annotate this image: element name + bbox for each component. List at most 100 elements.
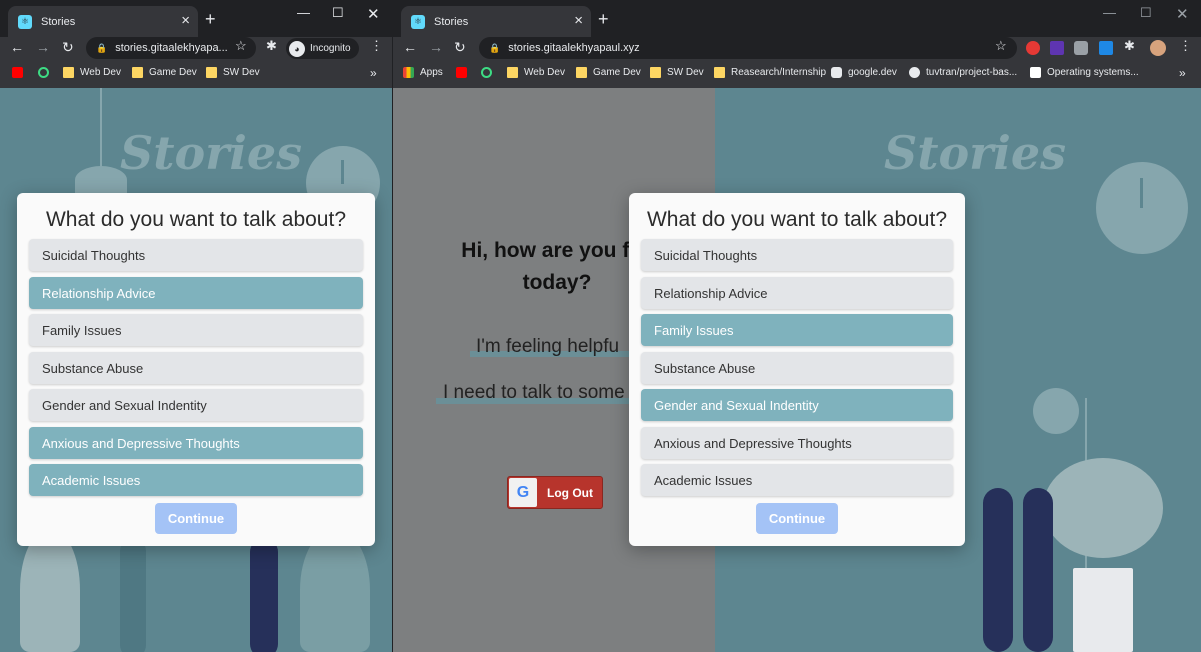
close-tab-icon[interactable]: ×: [181, 12, 190, 29]
bookmark-web-dev[interactable]: Web Dev: [507, 67, 565, 78]
incognito-badge[interactable]: ◕ Incognito: [286, 38, 359, 59]
address-bar[interactable]: 🔒 stories.gitaalekhyapaul.xyz: [479, 37, 1017, 59]
tab-title: Stories: [41, 15, 76, 28]
choice-feeling-helpful[interactable]: I'm feeling helpfu: [476, 336, 619, 358]
option-substance-abuse[interactable]: Substance Abuse: [29, 352, 363, 384]
github-icon: [909, 67, 920, 78]
bookmark-sw-dev[interactable]: SW Dev: [650, 67, 704, 78]
option-gender-identity[interactable]: Gender and Sexual Indentity: [641, 389, 953, 421]
android-bookmark-icon[interactable]: [38, 67, 55, 78]
new-tab-icon[interactable]: +: [205, 9, 216, 30]
bookmark-sw-dev[interactable]: SW Dev: [206, 67, 260, 78]
continue-button[interactable]: Continue: [756, 503, 838, 534]
hanging-lamp-cord: [100, 88, 102, 168]
option-academic-issues[interactable]: Academic Issues: [29, 464, 363, 496]
url-text: stories.gitaalekhyapa...: [115, 42, 228, 54]
bookmark-game-dev[interactable]: Game Dev: [132, 67, 197, 78]
bookmark-label: google.dev: [848, 67, 897, 78]
folder-icon: [206, 67, 217, 78]
toolbar: ← → ↻ 🔒 stories.gitaalekhyapa... ☆ ✱ ◕ I…: [0, 37, 392, 61]
extension-blue-icon[interactable]: [1099, 41, 1113, 55]
new-tab-icon[interactable]: +: [598, 9, 609, 30]
browser-tab[interactable]: ⚛ Stories ×: [401, 6, 591, 37]
folder-icon: [576, 67, 587, 78]
plant-pot-icon: [1073, 568, 1133, 652]
bookmarks-bar: Web Dev Game Dev SW Dev »: [0, 62, 392, 88]
extensions-icon[interactable]: ✱: [266, 38, 277, 54]
wall-clock-icon: [1096, 162, 1188, 254]
lock-icon: 🔒: [96, 42, 108, 53]
browser-tab[interactable]: ⚛ Stories ×: [8, 6, 198, 37]
maximize-icon[interactable]: ☐: [332, 5, 344, 21]
react-favicon-icon: ⚛: [18, 14, 32, 29]
option-relationship-advice[interactable]: Relationship Advice: [29, 277, 363, 309]
bookmark-operating-systems[interactable]: Operating systems...: [1030, 67, 1139, 78]
option-anxious-depressive[interactable]: Anxious and Depressive Thoughts: [641, 427, 953, 459]
logout-button[interactable]: G Log Out: [507, 476, 603, 509]
folder-icon: [507, 67, 518, 78]
youtube-bookmark-icon[interactable]: [456, 67, 473, 78]
plant-icon: [20, 528, 80, 652]
option-anxious-depressive[interactable]: Anxious and Depressive Thoughts: [29, 427, 363, 459]
google-dev-icon: [831, 67, 842, 78]
choice-need-to-talk[interactable]: I need to talk to some: [443, 382, 625, 404]
extensions-icon[interactable]: ✱: [1124, 38, 1135, 54]
menu-icon[interactable]: ⋮: [370, 38, 383, 54]
bookmark-star-icon[interactable]: ☆: [235, 38, 247, 54]
tab-strip: ⚛ Stories × + — ☐ ✕: [0, 0, 392, 37]
folder-icon: [714, 67, 725, 78]
bookmark-label: Operating systems...: [1047, 67, 1139, 78]
bookmark-label: Game Dev: [149, 67, 197, 78]
hanging-lamp-icon: [75, 166, 127, 194]
extension-red-icon[interactable]: [1026, 41, 1040, 55]
maximize-icon[interactable]: ☐: [1140, 5, 1152, 21]
left-browser-window: ⚛ Stories × + — ☐ ✕ ← → ↻ 🔒 stories.gita…: [0, 0, 392, 652]
minimize-icon[interactable]: —: [297, 5, 310, 20]
bookmark-apps[interactable]: Apps: [403, 67, 443, 78]
option-substance-abuse[interactable]: Substance Abuse: [641, 352, 953, 384]
bookmark-research[interactable]: Reasearch/Internship: [714, 67, 826, 78]
android-bookmark-icon[interactable]: [481, 67, 498, 78]
logout-label: Log Out: [547, 485, 593, 500]
option-academic-issues[interactable]: Academic Issues: [641, 464, 953, 496]
address-bar[interactable]: 🔒 stories.gitaalekhyapa...: [86, 37, 256, 59]
option-suicidal-thoughts[interactable]: Suicidal Thoughts: [641, 239, 953, 271]
option-family-issues[interactable]: Family Issues: [29, 314, 363, 346]
menu-icon[interactable]: ⋮: [1179, 38, 1192, 54]
back-icon[interactable]: ←: [10, 39, 24, 55]
bookmark-label: SW Dev: [223, 67, 260, 78]
folder-icon: [650, 67, 661, 78]
forward-icon[interactable]: →: [36, 39, 50, 55]
back-icon[interactable]: ←: [403, 39, 417, 55]
incognito-label: Incognito: [310, 43, 351, 54]
folder-icon: [132, 67, 143, 78]
close-window-icon[interactable]: ✕: [1176, 5, 1189, 23]
option-gender-identity[interactable]: Gender and Sexual Indentity: [29, 389, 363, 421]
figure-leg-shape: [120, 538, 146, 652]
bookmark-github[interactable]: tuvtran/project-bas...: [909, 67, 1017, 78]
bookmark-google-dev[interactable]: google.dev: [831, 67, 897, 78]
option-family-issues[interactable]: Family Issues: [641, 314, 953, 346]
extension-purple-icon[interactable]: [1050, 41, 1064, 55]
option-suicidal-thoughts[interactable]: Suicidal Thoughts: [29, 239, 363, 271]
avatar[interactable]: [1150, 40, 1166, 56]
bookmark-game-dev[interactable]: Game Dev: [576, 67, 641, 78]
bookmark-star-icon[interactable]: ☆: [995, 38, 1007, 54]
modal-heading: What do you want to talk about?: [646, 208, 948, 231]
reload-icon[interactable]: ↻: [454, 39, 466, 56]
bookmark-label: Web Dev: [80, 67, 121, 78]
plant-icon: [300, 528, 370, 652]
reload-icon[interactable]: ↻: [62, 39, 74, 56]
option-relationship-advice[interactable]: Relationship Advice: [641, 277, 953, 309]
forward-icon[interactable]: →: [429, 39, 443, 55]
shield-icon[interactable]: [1074, 41, 1088, 55]
bookmarks-more-icon[interactable]: »: [370, 66, 377, 80]
continue-button[interactable]: Continue: [155, 503, 237, 534]
bookmarks-more-icon[interactable]: »: [1179, 66, 1186, 80]
close-tab-icon[interactable]: ×: [574, 12, 583, 29]
minimize-icon[interactable]: —: [1103, 5, 1116, 20]
bookmark-label: Apps: [420, 67, 443, 78]
bookmark-web-dev[interactable]: Web Dev: [63, 67, 121, 78]
youtube-bookmark-icon[interactable]: [12, 67, 29, 78]
close-window-icon[interactable]: ✕: [367, 5, 380, 23]
